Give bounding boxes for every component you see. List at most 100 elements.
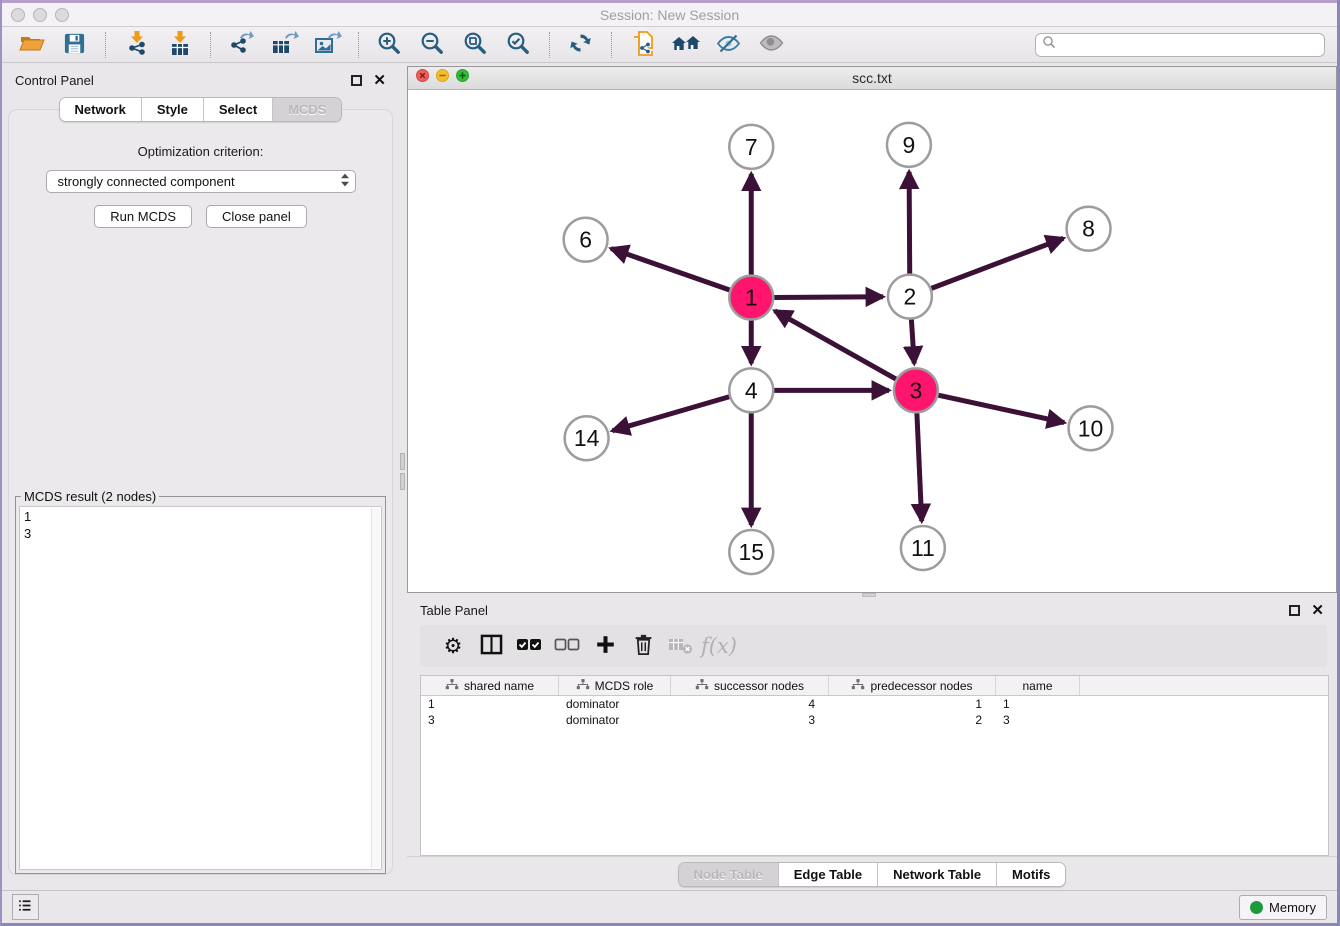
import-table-button[interactable]	[158, 29, 201, 61]
edge-4-14[interactable]	[612, 397, 729, 431]
table-row[interactable]: 3dominator323	[421, 712, 1328, 728]
edge-3-11[interactable]	[917, 413, 922, 521]
tab-label: Network Table	[893, 867, 981, 882]
zoom-in-button[interactable]	[368, 29, 411, 61]
splitter-handle[interactable]	[400, 473, 405, 490]
add-row-button[interactable]	[586, 628, 624, 664]
horizontal-splitter[interactable]	[407, 593, 1337, 598]
column-header-predecessor-nodes[interactable]: predecessor nodes	[829, 676, 996, 695]
split-columns-button[interactable]	[472, 628, 510, 664]
splitter-handle[interactable]	[862, 593, 876, 597]
edge-2-3[interactable]	[911, 320, 914, 364]
graph-node-7[interactable]: 7	[729, 125, 773, 169]
control-tab-mcds[interactable]: MCDS	[273, 98, 341, 121]
search-box[interactable]	[1035, 33, 1325, 57]
show-all-icon	[758, 33, 785, 56]
edge-2-8[interactable]	[931, 238, 1063, 288]
show-panels-button[interactable]	[12, 894, 39, 920]
settings-button[interactable]: ⚙	[434, 628, 472, 664]
column-header-name[interactable]: name	[996, 676, 1080, 695]
table-cell[interactable]: 1	[421, 696, 559, 712]
close-view-icon[interactable]	[416, 69, 429, 87]
column-header-mcds-role[interactable]: MCDS role	[559, 676, 671, 695]
table-tab-network-table[interactable]: Network Table	[878, 863, 997, 886]
graph-node-6[interactable]: 6	[564, 218, 608, 262]
column-header-shared-name[interactable]: shared name	[421, 676, 559, 695]
column-hierarchy-icon	[695, 678, 709, 694]
memory-button[interactable]: Memory	[1239, 895, 1327, 920]
control-tab-select[interactable]: Select	[204, 98, 273, 121]
graph-node-3[interactable]: 3	[894, 368, 938, 412]
zoom-out-button[interactable]	[411, 29, 454, 61]
mcds-result-textarea[interactable]: 13	[19, 506, 382, 870]
close-table-panel-icon[interactable]: ✕	[1311, 605, 1324, 616]
split-columns-icon	[480, 634, 503, 658]
edge-2-9[interactable]	[909, 172, 910, 274]
hide-selected-button[interactable]	[707, 29, 750, 61]
table-tab-edge-table[interactable]: Edge Table	[779, 863, 878, 886]
home-view-button[interactable]	[664, 29, 707, 61]
table-cell[interactable]: 3	[996, 712, 1080, 728]
table-row[interactable]: 1dominator411	[421, 696, 1328, 712]
control-tab-network[interactable]: Network	[60, 98, 142, 121]
export-image-button[interactable]	[306, 29, 349, 61]
control-tab-style[interactable]: Style	[142, 98, 204, 121]
criterion-select[interactable]: strongly connected component	[46, 170, 356, 193]
float-panel-icon[interactable]	[351, 75, 362, 86]
table-cell[interactable]: dominator	[559, 696, 671, 712]
show-all-button[interactable]	[750, 29, 793, 61]
zoom-view-icon[interactable]	[456, 69, 469, 87]
run-mcds-button[interactable]: Run MCDS	[94, 205, 192, 228]
network-file-button[interactable]	[621, 29, 664, 61]
close-panel-icon[interactable]: ✕	[373, 75, 386, 86]
deselect-all-checkboxes-button[interactable]	[548, 628, 586, 664]
graph-node-11[interactable]: 11	[901, 526, 945, 570]
refresh-view-button[interactable]	[559, 29, 602, 61]
edge-1-6[interactable]	[611, 249, 730, 290]
zoom-selected-button[interactable]	[497, 29, 540, 61]
search-input[interactable]	[1057, 37, 1318, 52]
table-cell[interactable]: 3	[671, 712, 829, 728]
table-tab-node-table[interactable]: Node Table	[679, 863, 779, 886]
zoom-window-icon[interactable]	[55, 8, 69, 22]
table-tab-motifs[interactable]: Motifs	[997, 863, 1065, 886]
export-network-icon	[228, 30, 255, 59]
delete-row-button[interactable]	[624, 628, 662, 664]
zoom-fit-button[interactable]	[454, 29, 497, 61]
graph-node-4[interactable]: 4	[729, 368, 773, 412]
graph-node-15[interactable]: 15	[729, 530, 773, 574]
import-network-button[interactable]	[115, 29, 158, 61]
edge-1-2[interactable]	[774, 297, 883, 298]
result-scrollbar[interactable]	[371, 508, 380, 868]
table-body: 1dominator4113dominator323	[421, 696, 1328, 855]
open-session-button[interactable]	[10, 29, 53, 61]
table-cell[interactable]: dominator	[559, 712, 671, 728]
table-cell[interactable]: 1	[996, 696, 1080, 712]
graph-node-10[interactable]: 10	[1069, 406, 1113, 450]
table-cell[interactable]: 1	[829, 696, 996, 712]
network-canvas[interactable]: 7 9 6 8 1 2 4 3 14 10 15 11	[408, 90, 1336, 592]
graph-node-2[interactable]: 2	[888, 275, 932, 319]
table-cell[interactable]: 4	[671, 696, 829, 712]
export-network-button[interactable]	[220, 29, 263, 61]
close-window-icon[interactable]	[11, 8, 25, 22]
table-cell[interactable]: 2	[829, 712, 996, 728]
float-table-panel-icon[interactable]	[1289, 605, 1300, 616]
export-table-button[interactable]	[263, 29, 306, 61]
edge-3-10[interactable]	[938, 395, 1064, 422]
vertical-splitter[interactable]	[399, 63, 407, 890]
graph-node-14[interactable]: 14	[565, 416, 609, 460]
close-panel-button[interactable]: Close panel	[206, 205, 307, 228]
edge-3-1[interactable]	[775, 311, 896, 379]
graph-node-1[interactable]: 1	[729, 276, 773, 320]
minimize-window-icon[interactable]	[33, 8, 47, 22]
graph-node-8[interactable]: 8	[1067, 207, 1111, 251]
graph-node-9[interactable]: 9	[887, 123, 931, 167]
column-header-successor-nodes[interactable]: successor nodes	[671, 676, 829, 695]
save-session-button[interactable]	[53, 29, 96, 61]
minimize-view-icon[interactable]	[436, 69, 449, 87]
toolbar-separator	[210, 32, 211, 58]
table-cell[interactable]: 3	[421, 712, 559, 728]
splitter-handle[interactable]	[400, 453, 405, 470]
select-all-checkboxes-button[interactable]	[510, 628, 548, 664]
